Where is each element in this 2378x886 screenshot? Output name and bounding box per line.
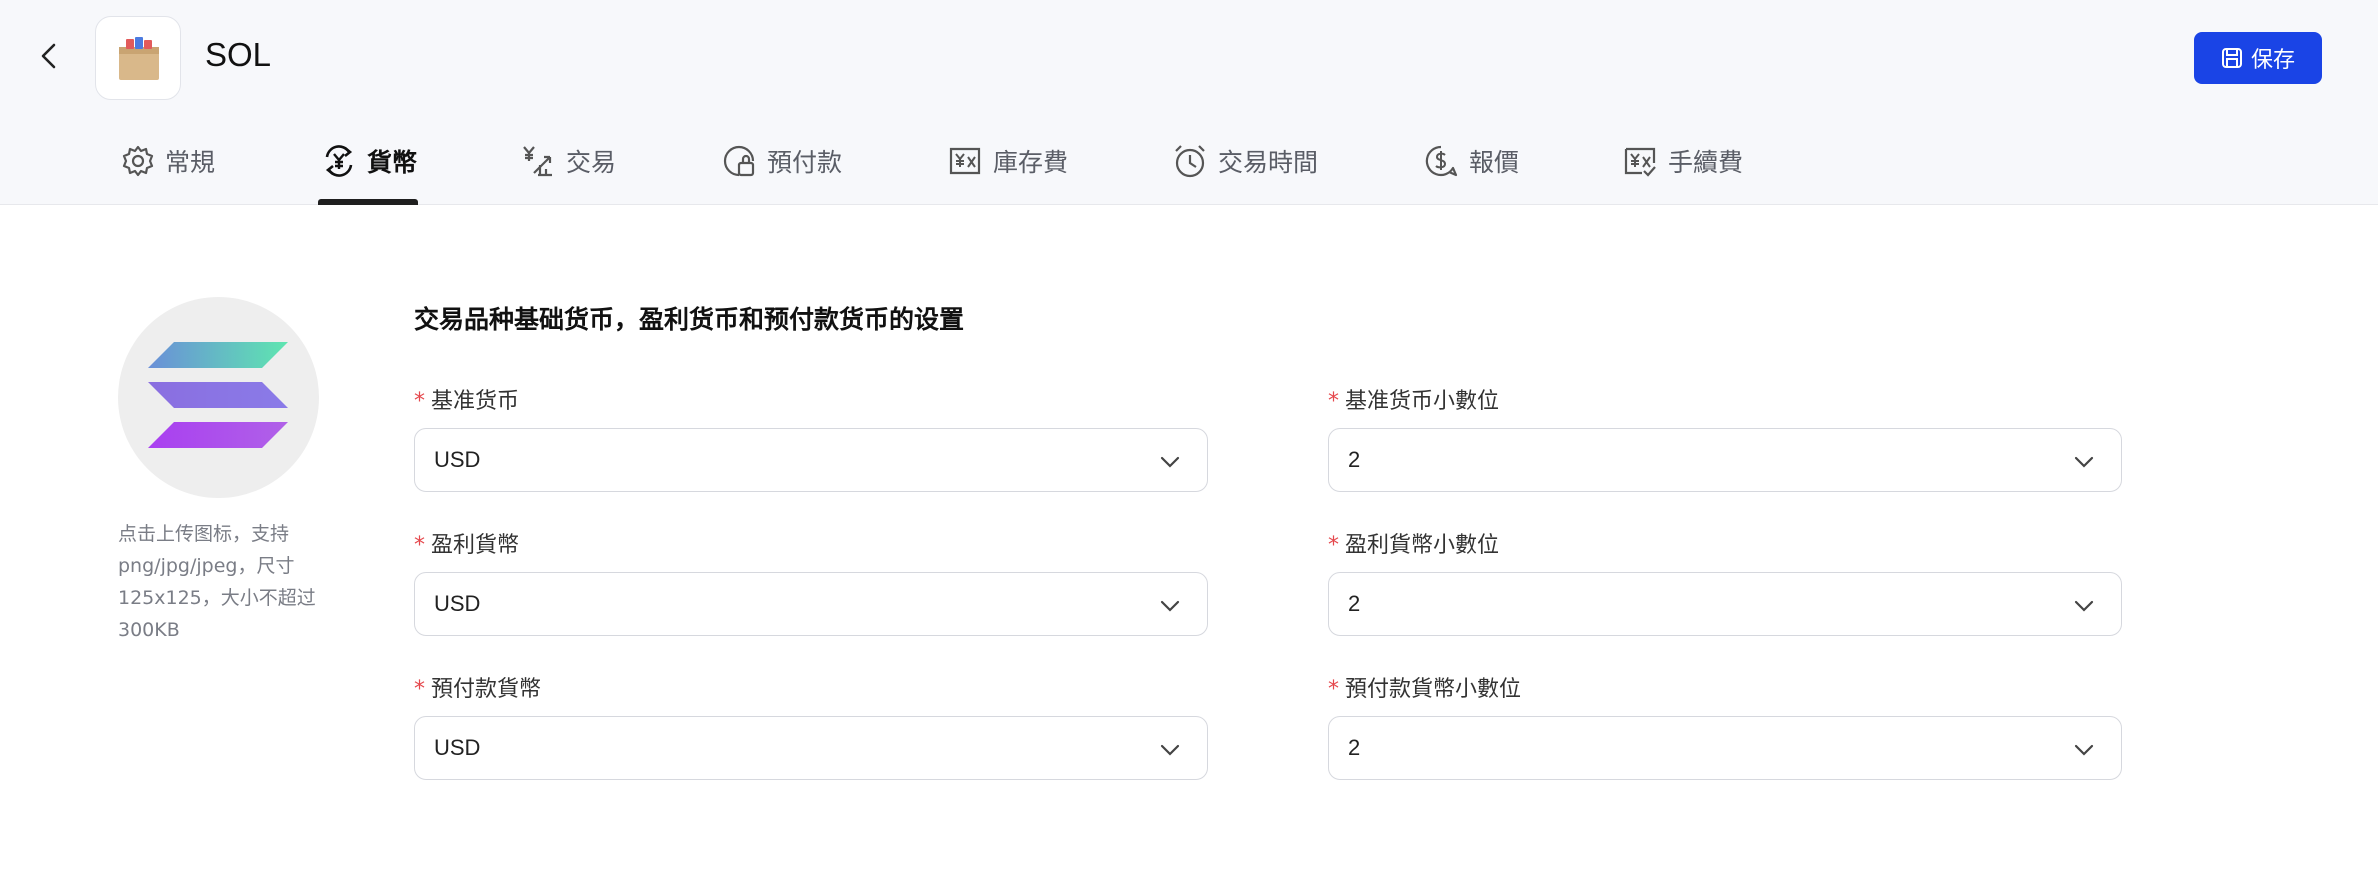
tab-inventory-fee-label: 庫存費: [993, 148, 1069, 177]
margin-currency-value: USD: [434, 735, 481, 760]
tab-prepayment[interactable]: 預付款: [721, 140, 842, 182]
back-button[interactable]: [33, 40, 65, 72]
tab-trading-hours[interactable]: 交易時間: [1172, 140, 1318, 182]
tab-general-label: 常規: [165, 148, 216, 177]
base-currency-label: * 基准货币: [414, 389, 520, 414]
required-marker: *: [1328, 389, 1339, 414]
prepayment-icon: [723, 145, 755, 177]
required-marker: *: [1328, 677, 1339, 702]
tab-bar: 常規 貨幣 交易 預付款 庫存費 交易時間 報價 手續費: [0, 130, 2378, 205]
header-bar: SOL 保存 常規 貨幣 交易 預付款 庫存費 交易時間 報價 手續費: [0, 0, 2378, 205]
save-icon: [2221, 48, 2242, 68]
base-currency-select[interactable]: USD: [414, 428, 1208, 492]
required-marker: *: [1328, 533, 1339, 558]
upload-hint: 点击上传图标，支持png/jpg/jpeg，尺寸125x125，大小不超过300…: [118, 523, 316, 641]
active-tab-indicator: [318, 199, 418, 205]
box-icon: [119, 37, 159, 80]
base-currency-decimals-value: 2: [1348, 447, 1361, 472]
profit-currency-decimals-label: * 盈利貨幣小數位: [1328, 533, 1500, 558]
alarm-clock-icon: [1175, 145, 1205, 178]
tab-general[interactable]: 常規: [121, 140, 215, 182]
section-title: 交易品种基础货币，盈利货币和预付款货币的设置: [414, 305, 965, 334]
icon-upload-area[interactable]: [118, 297, 319, 498]
tab-commission[interactable]: 手續費: [1622, 140, 1743, 182]
chevron-down-icon: [1160, 600, 1180, 612]
save-button[interactable]: 保存: [2194, 32, 2322, 84]
tab-inventory-fee[interactable]: 庫存費: [947, 140, 1068, 182]
chevron-left-icon: [41, 43, 56, 69]
chevron-down-icon: [2074, 600, 2094, 612]
quote-dollar-icon: [1425, 145, 1458, 177]
solana-logo-icon: [148, 342, 288, 448]
tab-trade-label: 交易: [566, 148, 617, 177]
tab-trading-hours-label: 交易時間: [1218, 148, 1319, 177]
commission-icon: [1624, 147, 1656, 177]
inventory-fee-icon: [949, 147, 981, 175]
required-marker: *: [414, 677, 425, 702]
save-button-label: 保存: [2250, 48, 2295, 73]
tab-trade[interactable]: 交易: [520, 140, 616, 182]
margin-currency-label: * 預付款貨幣: [414, 677, 542, 702]
base-currency-decimals-select[interactable]: 2: [1328, 428, 2122, 492]
tab-currency-label: 貨幣: [367, 148, 418, 177]
tab-prepayment-label: 預付款: [767, 148, 843, 177]
profit-currency-decimals-value: 2: [1348, 591, 1361, 616]
tab-currency[interactable]: 貨幣: [321, 140, 417, 182]
chevron-down-icon: [2074, 744, 2094, 756]
tab-quote[interactable]: 報價: [1423, 140, 1519, 182]
tab-commission-label: 手續費: [1668, 148, 1744, 177]
gear-icon: [122, 145, 154, 177]
chevron-down-icon: [1160, 456, 1180, 468]
required-marker: *: [414, 533, 425, 558]
chevron-down-icon: [2074, 456, 2094, 468]
profit-currency-decimals-select[interactable]: 2: [1328, 572, 2122, 636]
margin-currency-decimals-value: 2: [1348, 735, 1361, 760]
page-title: SOL: [205, 36, 272, 73]
product-icon: [95, 16, 181, 100]
profit-currency-value: USD: [434, 591, 481, 616]
profit-currency-select[interactable]: USD: [414, 572, 1208, 636]
chevron-down-icon: [1160, 744, 1180, 756]
margin-currency-select[interactable]: USD: [414, 716, 1208, 780]
margin-currency-decimals-label: * 預付款貨幣小數位: [1328, 677, 1522, 702]
trade-icon: [523, 146, 552, 177]
required-marker: *: [414, 389, 425, 414]
base-currency-decimals-label: * 基准货币小數位: [1328, 389, 1500, 414]
base-currency-value: USD: [434, 447, 481, 472]
currency-exchange-icon: [325, 145, 353, 177]
tab-quote-label: 報價: [1469, 148, 1520, 177]
profit-currency-label: * 盈利貨幣: [414, 533, 520, 558]
margin-currency-decimals-select[interactable]: 2: [1328, 716, 2122, 780]
